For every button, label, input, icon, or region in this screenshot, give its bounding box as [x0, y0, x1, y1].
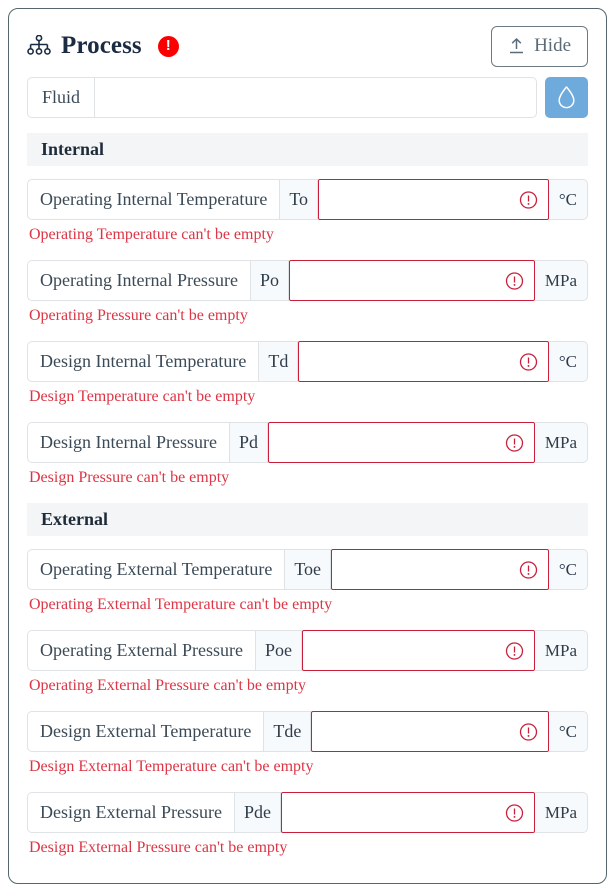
field-unit: MPa [534, 792, 588, 833]
field-input-wrapper[interactable] [288, 260, 535, 301]
field-label: Operating Internal Pressure [27, 260, 251, 301]
field-label: Design External Temperature [27, 711, 265, 752]
fluid-input-group: Fluid [27, 77, 537, 118]
card-header-left: Process ! [27, 32, 179, 60]
process-card: Process ! Hide Fluid Internal Operating … [8, 8, 607, 884]
upload-arrow-icon [508, 37, 525, 55]
field-unit: °C [548, 179, 588, 220]
field-input-wrapper[interactable] [318, 179, 549, 220]
field-input[interactable] [319, 180, 548, 219]
field-input[interactable] [312, 712, 548, 751]
field-input[interactable] [289, 261, 534, 300]
field-row: Design Internal Pressure Pd MPa [27, 422, 588, 463]
section-header-internal: Internal [27, 133, 588, 166]
section-header-external: External [27, 503, 588, 536]
field-input-wrapper[interactable] [301, 630, 535, 671]
field-symbol: Poe [255, 630, 302, 671]
field-row: Operating Internal Temperature To °C [27, 179, 588, 220]
sitemap-icon [27, 34, 51, 57]
field-input[interactable] [299, 342, 548, 381]
field-label: Operating External Pressure [27, 630, 256, 671]
field-row: Operating External Pressure Poe MPa [27, 630, 588, 671]
process-sections: Internal Operating Internal Temperature To… [27, 133, 588, 856]
field-unit: °C [548, 549, 588, 590]
field-label: Design Internal Pressure [27, 422, 230, 463]
field-error-message: Operating External Temperature can't be … [29, 596, 333, 613]
input-group: Design Internal Temperature Td °C [27, 341, 588, 382]
field-input-wrapper[interactable] [331, 549, 549, 590]
field-row: Operating Internal Pressure Po MPa [27, 260, 588, 301]
field-input-wrapper[interactable] [311, 711, 549, 752]
input-group: Design External Pressure Pde MPa [27, 792, 588, 833]
field-symbol: Td [259, 341, 299, 382]
field-error-message: Operating Pressure can't be empty [29, 307, 248, 324]
field-row: Design Internal Temperature Td °C [27, 341, 588, 382]
field-row: Design External Temperature Tde °C [27, 711, 588, 752]
water-droplet-icon [556, 85, 577, 110]
field-symbol: Pd [229, 422, 268, 463]
field-unit: MPa [534, 260, 588, 301]
fluid-picker-button[interactable] [545, 77, 588, 118]
field-unit: MPa [534, 422, 588, 463]
fluid-row: Fluid [27, 77, 588, 118]
page-title: Process [61, 32, 142, 59]
field-input[interactable] [302, 631, 534, 670]
field-symbol: Tde [264, 711, 312, 752]
process-panel-page: Process ! Hide Fluid Internal Operating … [0, 0, 615, 886]
field-input-wrapper[interactable] [280, 792, 535, 833]
field-error-message: Design Temperature can't be empty [29, 388, 256, 405]
input-group: Operating External Pressure Poe MPa [27, 630, 588, 671]
field-label: Design Internal Temperature [27, 341, 260, 382]
hide-button-label: Hide [534, 35, 571, 56]
field-input-wrapper[interactable] [267, 422, 535, 463]
field-label: Operating External Temperature [27, 549, 286, 590]
hide-button[interactable]: Hide [491, 25, 588, 67]
field-symbol: Po [250, 260, 289, 301]
field-symbol: To [280, 179, 319, 220]
input-group: Operating External Temperature Toe °C [27, 549, 588, 590]
field-input[interactable] [332, 550, 548, 589]
field-input-wrapper[interactable] [298, 341, 549, 382]
alert-badge: ! [157, 35, 179, 57]
input-group: Operating Internal Pressure Po MPa [27, 260, 588, 301]
field-error-message: Operating Temperature can't be empty [29, 226, 274, 243]
card-header: Process ! Hide [27, 23, 588, 69]
field-symbol: Pde [234, 792, 281, 833]
field-input[interactable] [281, 793, 534, 832]
fluid-field[interactable] [95, 77, 537, 118]
field-row: Operating External Temperature Toe °C [27, 549, 588, 590]
input-group: Operating Internal Temperature To °C [27, 179, 588, 220]
fluid-label: Fluid [27, 77, 96, 118]
field-error-message: Design External Temperature can't be emp… [29, 758, 314, 775]
fluid-input[interactable] [95, 78, 536, 117]
field-label: Operating Internal Temperature [27, 179, 281, 220]
field-input[interactable] [268, 423, 534, 462]
field-unit: °C [548, 711, 588, 752]
field-unit: MPa [534, 630, 588, 671]
field-error-message: Design External Pressure can't be empty [29, 839, 288, 856]
field-row: Design External Pressure Pde MPa [27, 792, 588, 833]
field-label: Design External Pressure [27, 792, 235, 833]
input-group: Design External Temperature Tde °C [27, 711, 588, 752]
field-symbol: Toe [285, 549, 332, 590]
field-error-message: Operating External Pressure can't be emp… [29, 677, 307, 694]
field-error-message: Design Pressure can't be empty [29, 469, 230, 486]
field-unit: °C [548, 341, 588, 382]
alert-badge-glyph: ! [165, 37, 171, 54]
input-group: Design Internal Pressure Pd MPa [27, 422, 588, 463]
